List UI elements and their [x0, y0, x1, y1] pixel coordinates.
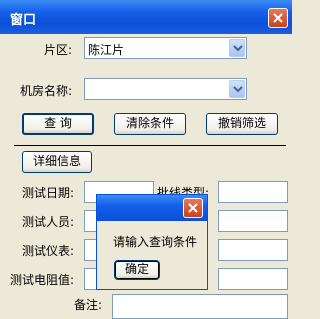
- room-dropdown-button[interactable]: [229, 80, 245, 98]
- area-select[interactable]: 陈江片: [84, 37, 247, 59]
- close-icon: [273, 13, 283, 23]
- room-label: 机房名称:: [20, 84, 73, 98]
- right-field-3[interactable]: [218, 239, 288, 261]
- instrument-label: 测试仪表:: [22, 244, 75, 258]
- dialog-close-button[interactable]: [183, 198, 203, 218]
- message-dialog: 请输入查询条件 确定: [96, 194, 208, 290]
- details-button[interactable]: 详细信息: [22, 151, 92, 173]
- tester-label: 测试人员:: [22, 215, 75, 229]
- test-date-label: 测试日期:: [22, 186, 75, 200]
- window-title: 窗口: [10, 13, 37, 28]
- room-select[interactable]: [84, 78, 247, 100]
- chevron-down-icon: [233, 45, 243, 52]
- remark-field[interactable]: [112, 294, 288, 319]
- right-field-4[interactable]: [218, 268, 288, 290]
- window-title-bar: 窗口: [0, 0, 292, 34]
- close-icon: [188, 203, 198, 213]
- dialog-title-bar: [97, 195, 207, 221]
- query-button[interactable]: 查 询: [22, 113, 94, 135]
- dialog-ok-button[interactable]: 确定: [114, 260, 160, 280]
- cancel-filter-button[interactable]: 撤销筛选: [206, 113, 278, 135]
- area-label: 片区:: [44, 43, 73, 57]
- remark-label: 备注:: [74, 298, 103, 312]
- window-close-button[interactable]: [268, 8, 288, 28]
- area-select-value: 陈江片: [88, 43, 125, 57]
- resistance-label: 测试电阻值:: [10, 273, 75, 287]
- line-type-field[interactable]: [218, 181, 288, 203]
- divider: [14, 145, 286, 146]
- chevron-down-icon: [233, 86, 243, 93]
- right-field-2[interactable]: [218, 210, 288, 232]
- area-dropdown-button[interactable]: [229, 39, 245, 57]
- clear-conditions-button[interactable]: 清除条件: [114, 113, 186, 135]
- dialog-message: 请输入查询条件: [113, 235, 198, 249]
